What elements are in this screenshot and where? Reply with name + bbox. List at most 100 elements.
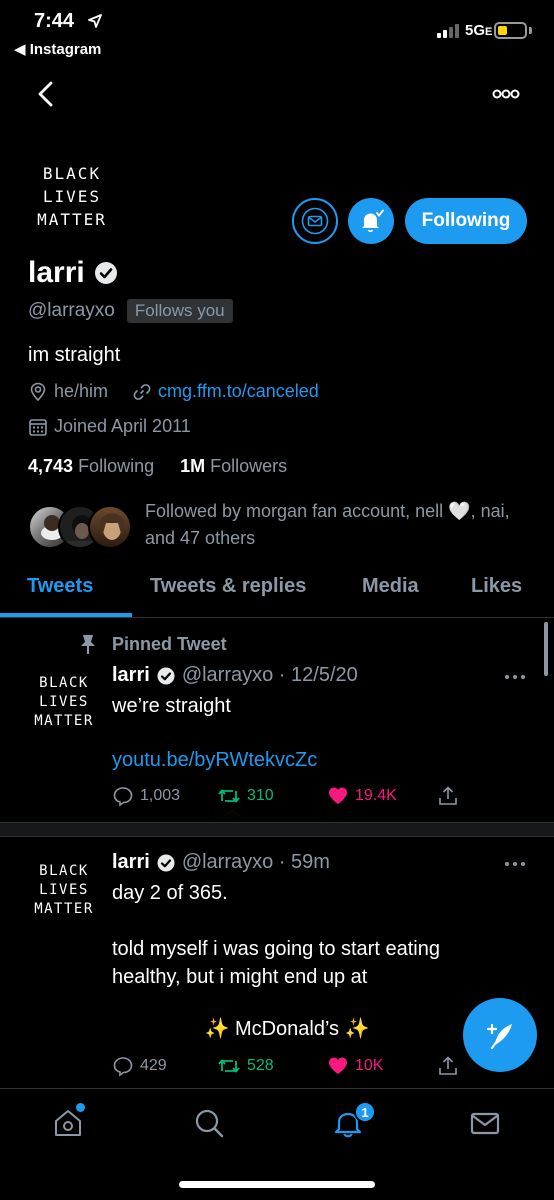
- home-new-content-dot: [76, 1103, 85, 1112]
- joined-date: Joined April 2011: [54, 416, 191, 436]
- avatar-text-line: MATTER: [37, 210, 107, 229]
- back-to-app-link[interactable]: ◀ Instagram: [14, 40, 101, 58]
- status-time: 7:44: [34, 10, 75, 32]
- follow-stats: 4,743 Following 1M Followers: [28, 456, 287, 477]
- tweet-link[interactable]: youtu.be/byRWtekvcZc: [112, 749, 317, 772]
- location-services-icon: [88, 14, 102, 28]
- back-arrow-icon[interactable]: [34, 80, 58, 108]
- like-button[interactable]: 10K: [327, 1055, 383, 1077]
- network-indicator: 5GE: [465, 22, 493, 39]
- following-button[interactable]: Following: [405, 198, 527, 244]
- handle-row: @larrayxo Follows you: [28, 299, 233, 323]
- verified-icon: [94, 262, 117, 284]
- avatar-text-line: LIVES: [39, 694, 89, 710]
- scrollbar[interactable]: [544, 622, 548, 676]
- following-label: Following: [78, 456, 155, 476]
- tweet-actions: 1,003 310 19.4K: [112, 785, 462, 811]
- pinned-tweet-label: Pinned Tweet: [112, 633, 227, 654]
- notifications-subscribe-button[interactable]: [348, 198, 394, 244]
- signal-strength-icon: [437, 24, 459, 38]
- share-icon: [439, 786, 457, 805]
- heart-icon: [329, 787, 347, 804]
- reply-icon: [113, 1057, 133, 1077]
- pronouns: he/him: [54, 381, 109, 401]
- profile-link[interactable]: cmg.ffm.to/canceled: [158, 381, 319, 402]
- tweet-text: we’re straight: [112, 695, 231, 717]
- reply-button[interactable]: 1,003: [112, 785, 180, 807]
- tweet-header: larri @larrayxo · 12/5/20: [112, 664, 358, 687]
- verified-icon: [157, 854, 175, 871]
- following-count: 4,743: [28, 456, 74, 476]
- compose-tweet-button[interactable]: [463, 998, 537, 1072]
- avatar-text-line: LIVES: [39, 882, 89, 898]
- profile-bio: im straight: [28, 344, 121, 366]
- like-count: 10K: [355, 1057, 384, 1074]
- tweet-author-name: larri: [112, 664, 150, 686]
- profile-tabs: Tweets Tweets & replies Media Likes: [0, 565, 554, 618]
- tweet-more-icon[interactable]: [504, 673, 526, 681]
- verified-icon: [157, 667, 175, 684]
- followers-stat[interactable]: 1M Followers: [180, 456, 287, 477]
- avatar: [88, 505, 132, 549]
- tweet-avatar[interactable]: BLACK LIVES MATTER: [30, 674, 98, 731]
- mutual-followers-avatars[interactable]: [28, 505, 132, 549]
- home-indicator[interactable]: [179, 1181, 375, 1188]
- profile-avatar[interactable]: BLACK LIVES MATTER: [28, 162, 116, 231]
- tab-tweets-replies[interactable]: Tweets & replies: [150, 575, 306, 598]
- status-bar: 7:44 ◀ Instagram 5GE: [0, 0, 554, 64]
- retweet-count: 528: [247, 1057, 274, 1074]
- message-button[interactable]: [292, 198, 338, 244]
- retweet-button[interactable]: 310: [217, 785, 274, 807]
- tweet-handle-time: @larrayxo · 12/5/20: [181, 664, 358, 686]
- tweet-author-name: larri: [112, 851, 150, 873]
- follows-you-badge: Follows you: [126, 299, 233, 323]
- reply-icon: [113, 787, 133, 807]
- share-button[interactable]: [437, 1055, 459, 1077]
- avatar-text-line: BLACK: [39, 675, 89, 691]
- retweet-icon: [218, 789, 240, 803]
- following-stat[interactable]: 4,743 Following: [28, 456, 154, 477]
- reply-button[interactable]: 429: [112, 1055, 167, 1077]
- tweet-actions: 429 528 10K: [112, 1055, 462, 1081]
- share-icon: [439, 1056, 457, 1075]
- tweet-avatar[interactable]: BLACK LIVES MATTER: [30, 862, 98, 919]
- profile-handle: @larrayxo: [28, 300, 115, 321]
- retweet-icon: [218, 1059, 240, 1073]
- tweet-divider: [0, 822, 554, 837]
- active-tab-indicator: [0, 613, 132, 617]
- followed-by-text[interactable]: Followed by morgan fan account, nell 🤍, …: [145, 498, 535, 552]
- search-icon[interactable]: [193, 1107, 225, 1139]
- tab-likes[interactable]: Likes: [471, 575, 522, 598]
- avatar-text-line: LIVES: [42, 187, 102, 206]
- pin-icon: [81, 635, 95, 654]
- tab-tweets[interactable]: Tweets: [27, 575, 93, 598]
- tweet-text-line: healthy, but i might end up at: [112, 966, 368, 988]
- joined-row: Joined April 2011: [28, 416, 191, 437]
- avatar-text-line: BLACK: [39, 863, 89, 879]
- notification-badge: 1: [354, 1101, 376, 1123]
- mail-icon: [301, 207, 329, 235]
- like-count: 19.4K: [355, 787, 397, 804]
- mcdonalds-text: McDonald’s: [234, 1018, 340, 1040]
- retweet-button[interactable]: 528: [217, 1055, 274, 1077]
- tab-media[interactable]: Media: [362, 575, 419, 598]
- messages-icon[interactable]: [469, 1107, 501, 1139]
- reply-count: 1,003: [140, 787, 181, 804]
- reply-count: 429: [140, 1057, 167, 1074]
- tweet-handle-time: @larrayxo · 59m: [181, 851, 330, 873]
- sparkle-icon: ✨: [204, 1018, 230, 1040]
- share-button[interactable]: [437, 785, 459, 807]
- tweet-header: larri @larrayxo · 59m: [112, 851, 330, 874]
- compose-icon: [486, 1023, 512, 1049]
- tweet-more-icon[interactable]: [504, 860, 526, 868]
- avatar-text-line: BLACK: [42, 164, 102, 183]
- profile-name-row: larri: [28, 256, 119, 290]
- pinned-label-row: Pinned Tweet: [78, 633, 227, 655]
- like-button[interactable]: 19.4K: [327, 785, 397, 807]
- tweet-text-line: day 2 of 365.: [112, 882, 228, 904]
- tweet-text-highlight: ✨ McDonald’s ✨: [112, 1016, 462, 1041]
- more-icon[interactable]: [492, 86, 520, 102]
- calendar-icon: [29, 418, 47, 436]
- battery-icon: [494, 22, 527, 39]
- profile-meta-row: he/him cmg.ffm.to/canceled: [28, 381, 319, 402]
